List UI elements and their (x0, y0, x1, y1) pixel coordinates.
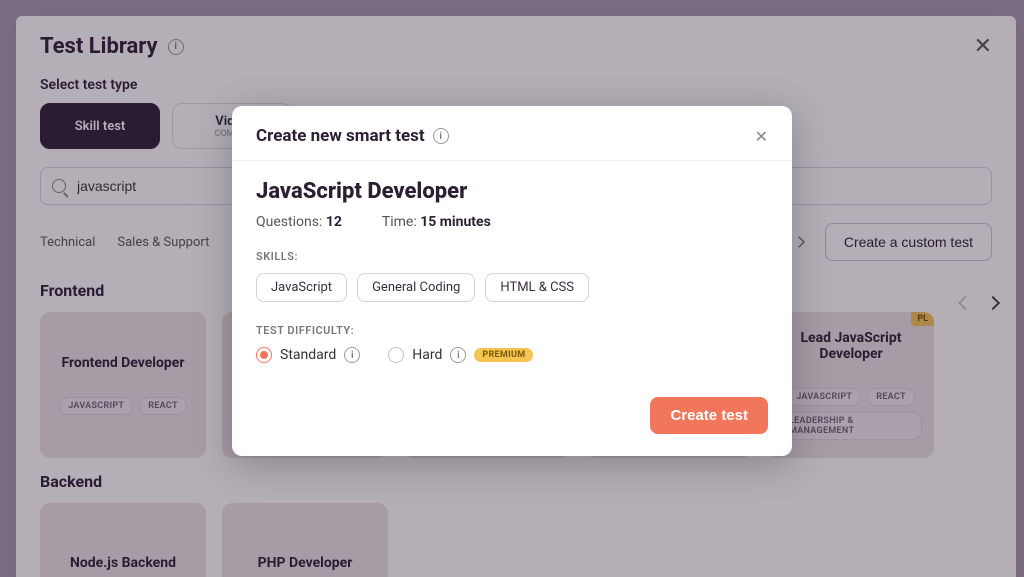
radio-icon (256, 347, 272, 363)
create-test-button[interactable]: Create test (650, 397, 768, 434)
radio-icon (388, 347, 404, 363)
skill-chip[interactable]: General Coding (357, 273, 475, 302)
info-icon[interactable]: i (433, 128, 449, 144)
skill-chip[interactable]: HTML & CSS (485, 273, 589, 302)
skill-chip[interactable]: JavaScript (256, 273, 347, 302)
info-icon[interactable]: i (450, 347, 466, 363)
time-meta: Time: 15 minutes (382, 214, 491, 230)
difficulty-standard[interactable]: Standard i (256, 347, 360, 363)
premium-badge: PREMIUM (474, 348, 533, 362)
role-title: JavaScript Developer (256, 179, 768, 204)
difficulty-hard[interactable]: Hard i PREMIUM (388, 347, 533, 363)
questions-meta: Questions: 12 (256, 214, 342, 230)
info-icon[interactable]: i (344, 347, 360, 363)
difficulty-label: TEST DIFFICULTY: (256, 324, 768, 337)
create-smart-test-modal: Create new smart test i ✕ JavaScript Dev… (232, 106, 792, 456)
skills-label: SKILLS: (256, 250, 768, 263)
close-icon[interactable]: ✕ (755, 127, 768, 146)
modal-title: Create new smart test (256, 126, 425, 146)
